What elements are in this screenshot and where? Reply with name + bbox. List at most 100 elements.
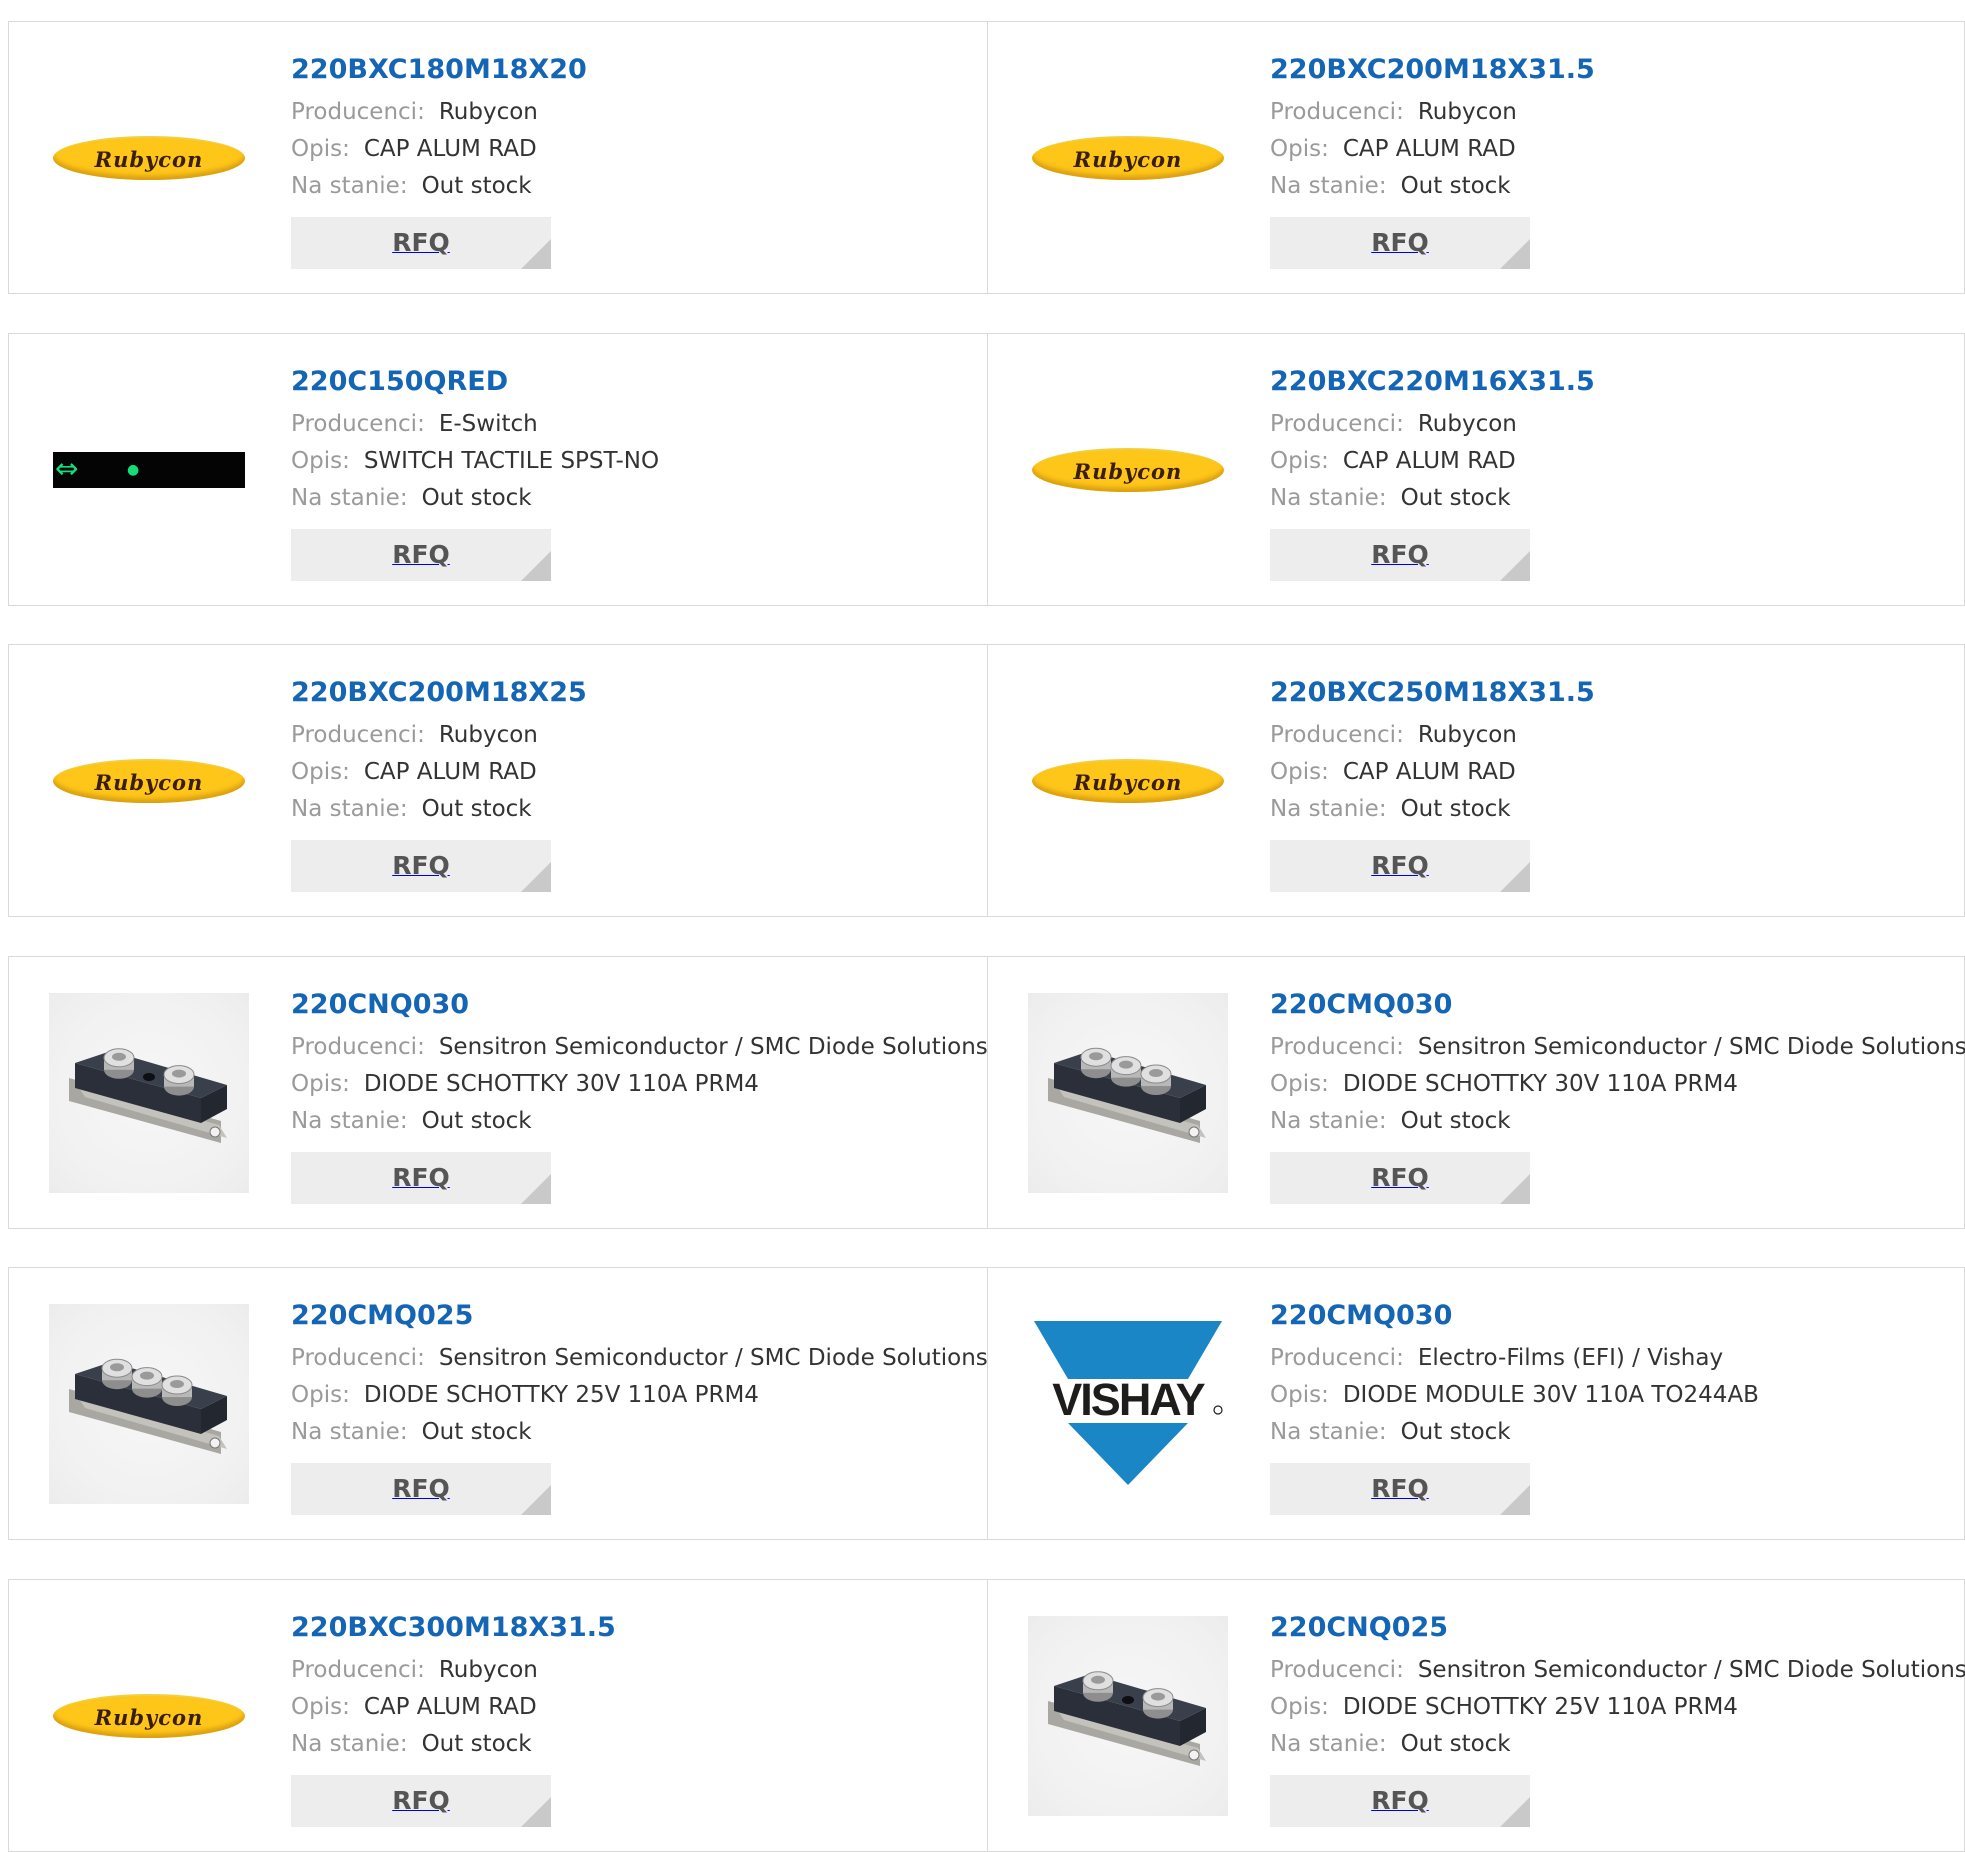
rfq-button[interactable]: RFQ (1270, 529, 1530, 581)
product-image[interactable]: Rubycon (1028, 681, 1228, 881)
manufacturer-label: Producenci: (291, 1657, 425, 1683)
stock-value: Out stock (421, 1731, 532, 1757)
rubycon-logo-text: Rubycon (1073, 146, 1183, 172)
stock-label: Na stanie: (291, 173, 408, 199)
rfq-button[interactable]: RFQ (1270, 840, 1530, 892)
manufacturer-label: Producenci: (1270, 1657, 1404, 1683)
stock-value: Out stock (1400, 173, 1511, 199)
stock-value: Out stock (421, 1108, 532, 1134)
rfq-button[interactable]: RFQ (1270, 1775, 1530, 1827)
product-info: 220BXC220M16X31.5 Producenci: Rubycon Opi… (1270, 364, 1954, 581)
manufacturer-label: Producenci: (1270, 99, 1404, 125)
product-image[interactable]: Rubycon (49, 681, 249, 881)
manufacturer-label: Producenci: (1270, 722, 1404, 748)
stock-line: Na stanie: Out stock (291, 480, 977, 517)
description-value: DIODE SCHOTTKY 30V 110A PRM4 (363, 1071, 759, 1097)
diode-module-image (49, 993, 249, 1193)
stock-line: Na stanie: Out stock (291, 791, 977, 828)
rubycon-logo: Rubycon (1032, 759, 1224, 803)
manufacturer-line: Producenci: Rubycon (291, 717, 977, 754)
part-number-link[interactable]: 220CMQ030 (1270, 987, 1954, 1023)
description-line: Opis: CAP ALUM RAD (1270, 131, 1954, 168)
product-image[interactable]: Rubycon (1028, 58, 1228, 258)
stock-label: Na stanie: (1270, 173, 1387, 199)
stock-label: Na stanie: (291, 1419, 408, 1445)
rubycon-logo-text: Rubycon (94, 146, 204, 172)
part-number-link[interactable]: 220BXC300M18X31.5 (291, 1610, 977, 1646)
manufacturer-line: Producenci: E-Switch (291, 406, 977, 443)
rfq-button[interactable]: RFQ (291, 217, 551, 269)
part-number-link[interactable]: 220CMQ025 (291, 1298, 977, 1334)
rfq-button[interactable]: RFQ (291, 840, 551, 892)
product-info: 220BXC200M18X25 Producenci: Rubycon Opis:… (291, 675, 977, 892)
vishay-logo-text: VISHAY (1052, 1374, 1205, 1425)
product-info: 220CNQ030 Producenci: Sensitron Semicondu… (291, 987, 988, 1204)
description-label: Opis: (291, 448, 350, 474)
corner-triangle-icon (521, 1174, 551, 1204)
product-image[interactable] (49, 993, 249, 1193)
corner-triangle-icon (1500, 239, 1530, 269)
description-value: SWITCH TACTILE SPST-NO (363, 448, 660, 474)
rfq-button-label: RFQ (1371, 851, 1429, 880)
manufacturer-label: Producenci: (1270, 1345, 1404, 1371)
part-number-link[interactable]: 220CNQ030 (291, 987, 977, 1023)
rfq-button[interactable]: RFQ (1270, 1463, 1530, 1515)
description-line: Opis: SWITCH TACTILE SPST-NO (291, 443, 977, 480)
stock-line: Na stanie: Out stock (1270, 791, 1954, 828)
e-switch-display-icon: ⇔ ● (53, 452, 245, 488)
product-image[interactable]: ⇔ ● (49, 370, 249, 570)
diode-module-image (1028, 1616, 1228, 1816)
product-image[interactable] (1028, 1616, 1228, 1816)
product-image[interactable]: Rubycon (49, 1616, 249, 1816)
product-image[interactable]: Rubycon (49, 58, 249, 258)
product-image[interactable]: VISHAY (1028, 1304, 1228, 1504)
part-number-link[interactable]: 220C150QRED (291, 364, 977, 400)
description-line: Opis: CAP ALUM RAD (1270, 754, 1954, 791)
description-value: DIODE SCHOTTKY 25V 110A PRM4 (1342, 1694, 1738, 1720)
rubycon-logo: Rubycon (53, 1694, 245, 1738)
part-number-link[interactable]: 220BXC220M16X31.5 (1270, 364, 1954, 400)
rfq-button[interactable]: RFQ (291, 529, 551, 581)
manufacturer-label: Producenci: (291, 1034, 425, 1060)
product-image[interactable] (49, 1304, 249, 1504)
rubycon-logo-text: Rubycon (1073, 458, 1183, 484)
rubycon-logo-text: Rubycon (94, 1704, 204, 1730)
rfq-button[interactable]: RFQ (291, 1463, 551, 1515)
product-info: 220BXC180M18X20 Producenci: Rubycon Opis:… (291, 52, 977, 269)
rubycon-logo: Rubycon (53, 759, 245, 803)
manufacturer-value: Sensitron Semiconductor / SMC Diode Solu… (1417, 1034, 1965, 1060)
part-number-link[interactable]: 220CMQ030 (1270, 1298, 1954, 1334)
stock-label: Na stanie: (1270, 1419, 1387, 1445)
description-label: Opis: (291, 1071, 350, 1097)
product-card: 220CNQ030 Producenci: Sensitron Semicondu… (9, 957, 988, 1228)
part-number-link[interactable]: 220CNQ025 (1270, 1610, 1954, 1646)
part-number-link[interactable]: 220BXC200M18X25 (291, 675, 977, 711)
stock-value: Out stock (1400, 796, 1511, 822)
rfq-button[interactable]: RFQ (291, 1775, 551, 1827)
rfq-button[interactable]: RFQ (1270, 1152, 1530, 1204)
rfq-button[interactable]: RFQ (1270, 217, 1530, 269)
rfq-button[interactable]: RFQ (291, 1152, 551, 1204)
stock-value: Out stock (421, 796, 532, 822)
corner-triangle-icon (521, 1485, 551, 1515)
stock-label: Na stanie: (291, 1108, 408, 1134)
product-info: 220CMQ025 Producenci: Sensitron Semicondu… (291, 1298, 988, 1515)
description-line: Opis: DIODE SCHOTTKY 30V 110A PRM4 (1270, 1066, 1954, 1103)
part-number-link[interactable]: 220BXC180M18X20 (291, 52, 977, 88)
part-number-link[interactable]: 220BXC200M18X31.5 (1270, 52, 1954, 88)
part-number-link[interactable]: 220BXC250M18X31.5 (1270, 675, 1954, 711)
product-info: 220CMQ030 Producenci: Sensitron Semicondu… (1270, 987, 1965, 1204)
stock-line: Na stanie: Out stock (1270, 168, 1954, 205)
manufacturer-label: Producenci: (291, 1345, 425, 1371)
description-line: Opis: CAP ALUM RAD (291, 1689, 977, 1726)
description-label: Opis: (1270, 1382, 1329, 1408)
rubycon-logo: Rubycon (53, 136, 245, 180)
product-image[interactable] (1028, 993, 1228, 1193)
product-image[interactable]: Rubycon (1028, 370, 1228, 570)
corner-triangle-icon (521, 551, 551, 581)
manufacturer-value: E-Switch (438, 411, 538, 437)
stock-value: Out stock (1400, 1108, 1511, 1134)
description-value: CAP ALUM RAD (363, 759, 537, 785)
description-label: Opis: (1270, 136, 1329, 162)
corner-triangle-icon (521, 239, 551, 269)
